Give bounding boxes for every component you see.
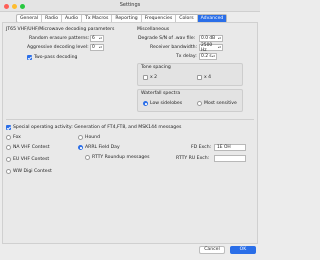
eu-vhf-contest-label: EU VHF Contest bbox=[13, 157, 50, 162]
degrade-label: Degrade S/N of .wav file: bbox=[138, 36, 196, 41]
fox-label: Fox bbox=[13, 135, 21, 140]
tone-x2-checkbox[interactable] bbox=[143, 75, 148, 80]
misc-group-title: Miscellaneous bbox=[137, 27, 170, 32]
na-vhf-contest-label: NA VHF Contest bbox=[13, 145, 50, 150]
aggressive-decoding-label: Aggressive decoding level: bbox=[27, 45, 89, 50]
random-erasure-label: Random erasure patterns: bbox=[29, 36, 90, 41]
ww-digi-contest-label: WW Digi Contest bbox=[13, 169, 52, 174]
tab-colors[interactable]: Colors bbox=[176, 15, 198, 22]
tab-tx-macros[interactable]: Tx Macros bbox=[82, 15, 113, 22]
tab-audio[interactable]: Audio bbox=[62, 15, 83, 22]
random-erasure-spinbox[interactable]: 6 ▴▾ bbox=[90, 35, 104, 42]
hound-label: Hound bbox=[85, 135, 101, 140]
na-vhf-contest-radio[interactable] bbox=[6, 145, 11, 150]
special-activity-label: Special operating activity: Generation o… bbox=[13, 125, 182, 130]
special-activity-checkbox[interactable] bbox=[6, 125, 11, 130]
random-erasure-value: 6 bbox=[92, 36, 95, 41]
low-sidelobes-label: Low sidelobes bbox=[150, 101, 183, 106]
tone-spacing-title: Tone spacing bbox=[141, 65, 171, 70]
tone-x4-checkbox[interactable] bbox=[197, 75, 202, 80]
rx-bandwidth-label: Receiver bandwidth: bbox=[150, 45, 198, 50]
fd-exch-label: FD Exch: bbox=[191, 145, 212, 150]
spin-arrows-icon[interactable]: ▴▾ bbox=[218, 37, 221, 40]
eu-vhf-contest-radio[interactable] bbox=[6, 157, 11, 162]
spin-arrows-icon[interactable]: ▴▾ bbox=[212, 55, 215, 58]
tab-radio[interactable]: Radio bbox=[42, 15, 63, 22]
rtty-roundup-label: RTTY Roundup messages bbox=[92, 155, 150, 160]
tab-advanced[interactable]: Advanced bbox=[197, 15, 227, 22]
cancel-button[interactable]: Cancel bbox=[199, 246, 225, 254]
two-pass-label: Two-pass decoding bbox=[34, 55, 78, 60]
tx-delay-label: Tx delay: bbox=[176, 54, 197, 59]
tab-reporting[interactable]: Reporting bbox=[112, 15, 142, 22]
jt65-group-title: JT65 VHF/UHF/Microwave decoding paramete… bbox=[6, 27, 115, 32]
spin-arrows-icon[interactable]: ▴▾ bbox=[99, 46, 102, 49]
spin-arrows-icon[interactable]: ▴▾ bbox=[218, 46, 221, 49]
most-sensitive-radio[interactable] bbox=[197, 101, 202, 106]
tone-x4-label: x 4 bbox=[204, 75, 212, 80]
arrl-field-day-radio[interactable] bbox=[78, 145, 83, 150]
rx-bandwidth-spinbox[interactable]: 2500 Hz ▴▾ bbox=[199, 42, 223, 53]
degrade-spinbox[interactable]: 0.0 dB ▴▾ bbox=[199, 35, 223, 42]
most-sensitive-label: Most sensitive bbox=[204, 101, 237, 106]
divider bbox=[6, 119, 254, 120]
fox-radio[interactable] bbox=[6, 135, 11, 140]
hound-radio[interactable] bbox=[78, 135, 83, 140]
title-bar: Settings bbox=[0, 0, 260, 12]
rx-bandwidth-value: 2500 Hz bbox=[201, 42, 213, 53]
two-pass-checkbox[interactable] bbox=[27, 55, 32, 60]
waterfall-title: Waterfall spectra bbox=[141, 91, 181, 96]
tone-x2-label: x 2 bbox=[150, 75, 158, 80]
ok-button[interactable]: OK bbox=[230, 246, 256, 254]
tx-delay-spinbox[interactable]: 0.2 s ▴▾ bbox=[199, 53, 217, 60]
arrl-field-day-label: ARRL Field Day bbox=[85, 145, 120, 150]
fd-exch-input[interactable]: 1E OH bbox=[214, 144, 246, 151]
rtty-ru-exch-label: RTTY RU Exch: bbox=[176, 156, 210, 161]
ww-digi-contest-radio[interactable] bbox=[6, 169, 11, 174]
window-title: Settings bbox=[119, 2, 141, 8]
tx-delay-value: 0.2 s bbox=[201, 54, 212, 59]
aggressive-decoding-value: 0 bbox=[92, 45, 95, 50]
rtty-ru-exch-input[interactable] bbox=[214, 155, 246, 162]
degrade-value: 0.0 dB bbox=[201, 36, 216, 41]
low-sidelobes-radio[interactable] bbox=[143, 101, 148, 106]
tab-frequencies[interactable]: Frequencies bbox=[142, 15, 177, 22]
aggressive-decoding-spinbox[interactable]: 0 ▴▾ bbox=[90, 44, 104, 51]
spin-arrows-icon[interactable]: ▴▾ bbox=[99, 37, 102, 40]
tab-general[interactable]: General bbox=[17, 15, 43, 22]
rtty-roundup-radio[interactable] bbox=[85, 155, 90, 160]
